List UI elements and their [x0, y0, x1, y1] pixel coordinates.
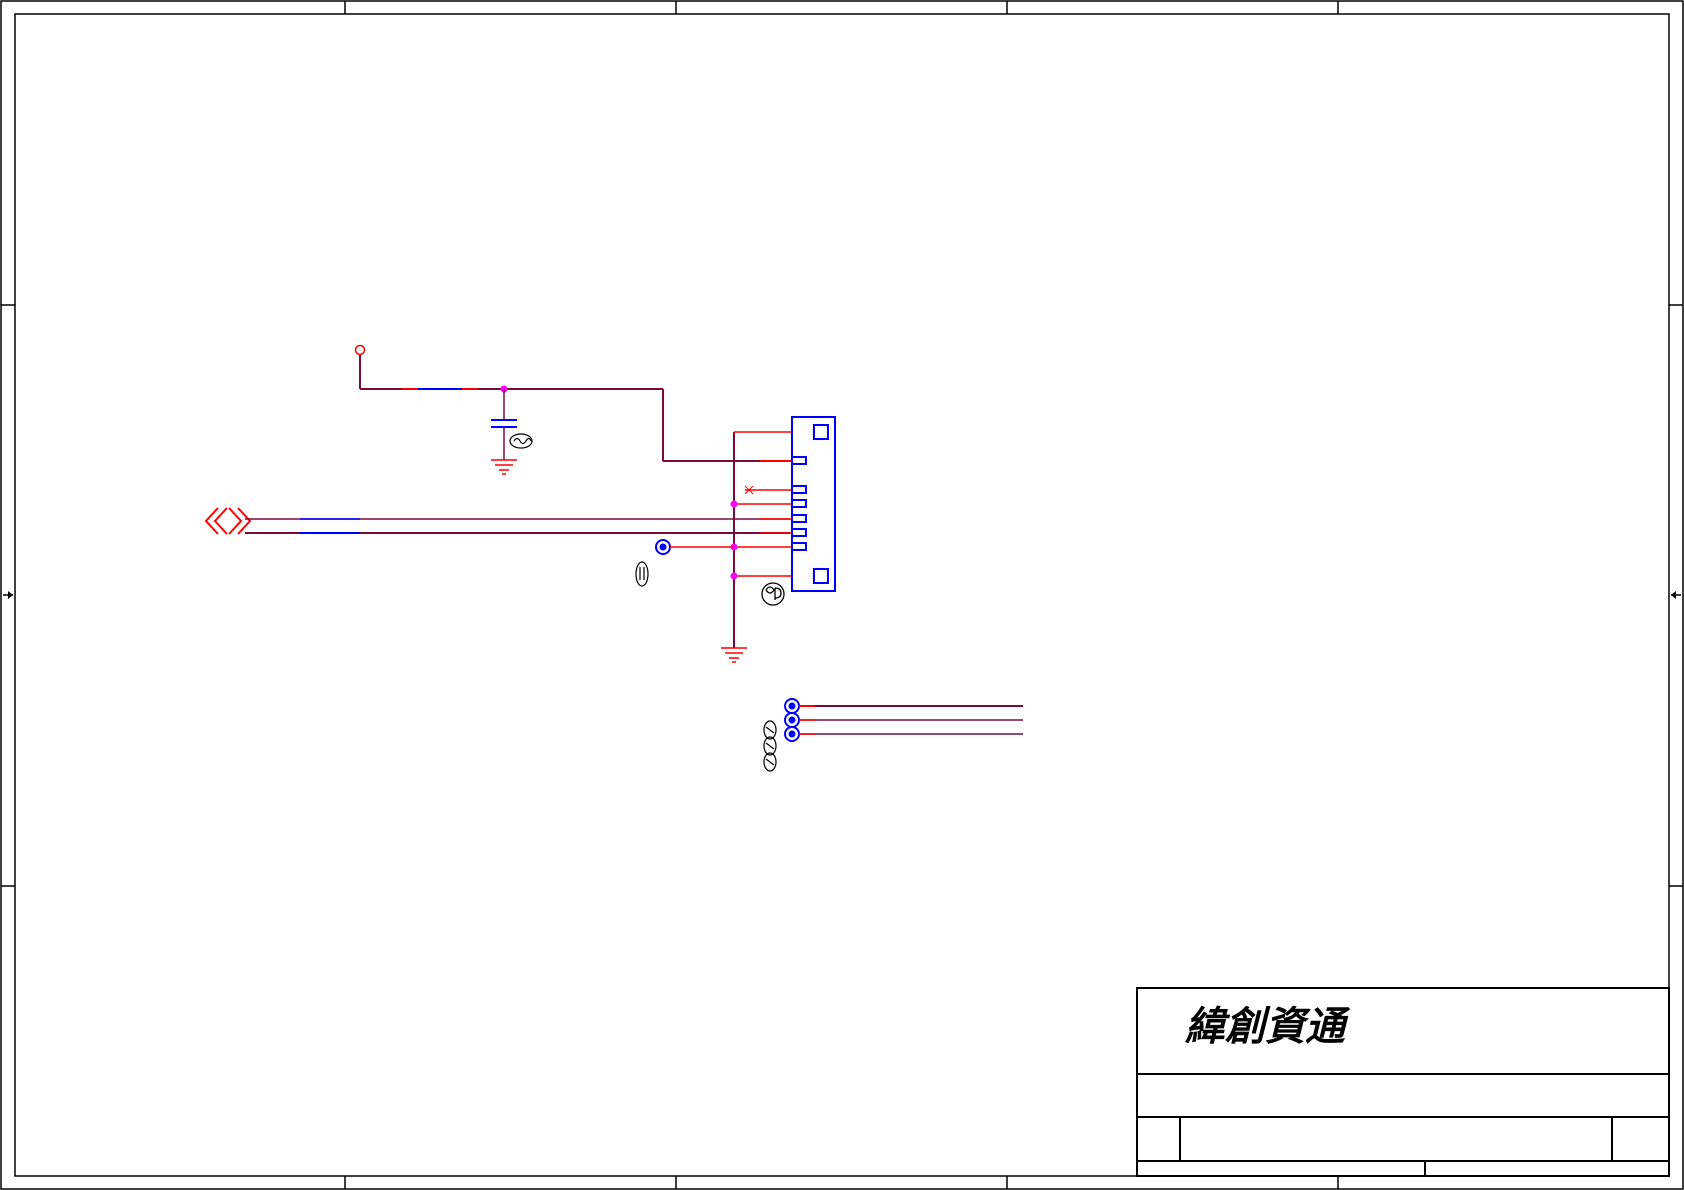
signal-lines	[245, 518, 792, 534]
ground-symbol	[721, 647, 747, 663]
power-pin-symbol	[354, 344, 366, 356]
junction-dot	[730, 572, 738, 580]
capacitor-symbol	[491, 419, 517, 428]
connector-pin	[791, 485, 807, 494]
zone-arrows	[8, 591, 1676, 599]
test-point-ref-glyph	[635, 561, 649, 587]
schematic-sheet: 緯創資通	[0, 0, 1684, 1190]
sheet-frame	[0, 0, 1684, 1190]
connector-symbol	[791, 416, 836, 592]
connector-pin	[791, 456, 807, 465]
junction-dot	[730, 500, 738, 508]
connector-ref-glyph	[761, 582, 785, 606]
no-connect-mark	[744, 485, 792, 495]
test-point-ref-glyph	[763, 720, 777, 772]
capacitor-branch	[491, 385, 533, 475]
connector-pin	[791, 528, 807, 537]
zone-ticks	[1, 1, 1683, 1189]
company-name: 緯創資通	[1185, 1003, 1351, 1050]
capacitor-ref-glyph	[509, 433, 533, 449]
test-point-symbol	[655, 539, 671, 555]
power-net	[354, 344, 792, 462]
connector-pin	[791, 499, 807, 508]
connector-pin	[791, 542, 807, 551]
ground-symbol	[491, 459, 517, 475]
connector-pin	[791, 514, 807, 523]
test-point-group	[763, 698, 1023, 772]
off-page-connector-symbol	[204, 507, 252, 535]
test-point-symbol	[784, 698, 800, 742]
